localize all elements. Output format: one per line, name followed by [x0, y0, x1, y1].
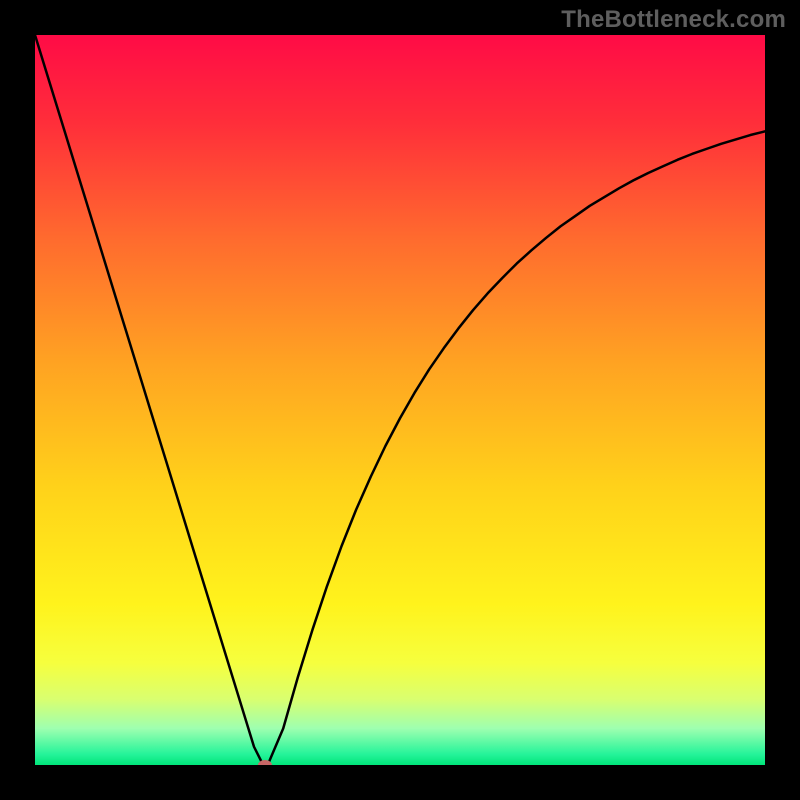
chart-frame: TheBottleneck.com — [0, 0, 800, 800]
plot-area — [35, 35, 765, 765]
chart-svg — [35, 35, 765, 765]
gradient-background — [35, 35, 765, 765]
watermark-text: TheBottleneck.com — [561, 6, 786, 34]
